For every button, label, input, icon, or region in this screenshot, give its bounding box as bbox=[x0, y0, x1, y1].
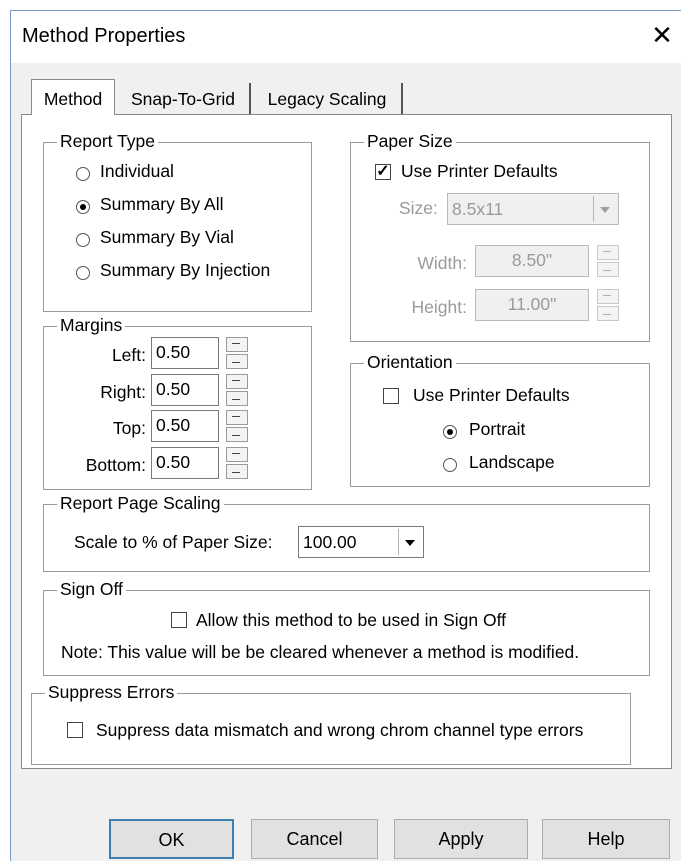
width-label: Width: bbox=[417, 253, 467, 273]
size-label: Size: bbox=[399, 198, 438, 218]
sign-off-group: Sign Off Allow this method to be used in… bbox=[43, 579, 650, 676]
orientation-use-printer-defaults-checkbox[interactable] bbox=[383, 388, 399, 404]
height-spinner[interactable] bbox=[597, 289, 619, 321]
margin-right-spinner[interactable] bbox=[226, 374, 248, 406]
report-page-scaling-legend: Report Page Scaling bbox=[57, 493, 224, 514]
report-type-group: Report Type Individual Summary By All Su… bbox=[43, 131, 312, 312]
suppress-errors-legend: Suppress Errors bbox=[45, 682, 178, 703]
height-field[interactable]: 11.00" bbox=[475, 289, 589, 321]
margin-top-field[interactable]: 0.50 bbox=[151, 410, 219, 442]
radio-individual[interactable] bbox=[76, 167, 90, 181]
size-select-value: 8.5x11 bbox=[452, 199, 504, 219]
sign-off-note: Note: This value will be be cleared when… bbox=[61, 642, 580, 662]
suppress-errors-group: Suppress Errors Suppress data mismatch a… bbox=[31, 682, 631, 765]
margin-left-field[interactable]: 0.50 bbox=[151, 337, 219, 369]
margins-legend: Margins bbox=[57, 315, 126, 336]
radio-summary-by-vial-label[interactable]: Summary By Vial bbox=[100, 227, 234, 248]
margin-left-spinner[interactable] bbox=[226, 337, 248, 369]
margin-bottom-field[interactable]: 0.50 bbox=[151, 447, 219, 479]
apply-button[interactable]: Apply bbox=[394, 819, 528, 859]
width-spinner[interactable] bbox=[597, 245, 619, 277]
height-label: Height: bbox=[411, 297, 467, 317]
paper-use-printer-defaults-label[interactable]: Use Printer Defaults bbox=[401, 161, 558, 182]
orientation-use-printer-defaults-label[interactable]: Use Printer Defaults bbox=[413, 385, 570, 406]
margin-left-label: Left: bbox=[111, 345, 146, 365]
close-icon[interactable]: ✕ bbox=[647, 20, 677, 50]
radio-landscape-label[interactable]: Landscape bbox=[469, 452, 555, 473]
margin-top-label: Top: bbox=[112, 418, 146, 438]
scale-select[interactable]: 100.00 bbox=[298, 526, 424, 558]
scale-select-value: 100.00 bbox=[303, 532, 357, 552]
paper-use-printer-defaults-checkbox[interactable]: ✓ bbox=[375, 164, 391, 180]
allow-sign-off-checkbox[interactable] bbox=[171, 612, 187, 628]
method-tab-pane: Report Type Individual Summary By All Su… bbox=[21, 114, 672, 769]
ok-button[interactable]: OK bbox=[109, 819, 234, 859]
cancel-button[interactable]: Cancel bbox=[251, 819, 378, 859]
scale-label: Scale to % of Paper Size: bbox=[74, 532, 273, 552]
radio-summary-by-all-label[interactable]: Summary By All bbox=[100, 194, 224, 215]
help-button[interactable]: Help bbox=[542, 819, 670, 859]
radio-summary-by-all[interactable] bbox=[76, 200, 90, 214]
tab-legacy-scaling[interactable]: Legacy Scaling bbox=[253, 83, 403, 115]
margin-bottom-spinner[interactable] bbox=[226, 447, 248, 479]
radio-summary-by-injection-label[interactable]: Summary By Injection bbox=[100, 260, 270, 281]
orientation-legend: Orientation bbox=[364, 352, 456, 373]
radio-portrait-label[interactable]: Portrait bbox=[469, 419, 525, 440]
radio-summary-by-vial[interactable] bbox=[76, 233, 90, 247]
margin-right-field[interactable]: 0.50 bbox=[151, 374, 219, 406]
margins-group: Margins Left: 0.50 Right: 0.50 Top: 0.50… bbox=[43, 315, 312, 490]
radio-individual-label[interactable]: Individual bbox=[100, 161, 174, 182]
margin-bottom-label: Bottom: bbox=[85, 455, 146, 475]
radio-landscape[interactable] bbox=[443, 458, 457, 472]
radio-portrait[interactable] bbox=[443, 425, 457, 439]
report-page-scaling-group: Report Page Scaling Scale to % of Paper … bbox=[43, 493, 650, 572]
suppress-errors-label[interactable]: Suppress data mismatch and wrong chrom c… bbox=[96, 720, 583, 741]
tab-method[interactable]: Method bbox=[31, 79, 115, 115]
sign-off-legend: Sign Off bbox=[57, 579, 126, 600]
chevron-down-icon bbox=[398, 529, 421, 555]
size-select[interactable]: 8.5x11 bbox=[447, 193, 619, 225]
chevron-down-icon bbox=[593, 196, 616, 222]
paper-size-group: Paper Size ✓ Use Printer Defaults Size: … bbox=[350, 131, 650, 342]
paper-size-legend: Paper Size bbox=[364, 131, 456, 152]
orientation-group: Orientation Use Printer Defaults Portrai… bbox=[350, 352, 650, 487]
radio-summary-by-injection[interactable] bbox=[76, 266, 90, 280]
dialog-title: Method Properties bbox=[22, 25, 186, 47]
allow-sign-off-label[interactable]: Allow this method to be used in Sign Off bbox=[196, 610, 506, 631]
method-properties-dialog: Method Properties ✕ Method Snap-To-Grid … bbox=[10, 10, 681, 861]
tab-snap-to-grid[interactable]: Snap-To-Grid bbox=[117, 83, 251, 115]
width-field[interactable]: 8.50" bbox=[475, 245, 589, 277]
margin-right-label: Right: bbox=[100, 382, 146, 402]
margin-top-spinner[interactable] bbox=[226, 410, 248, 442]
title-bar: Method Properties ✕ bbox=[11, 11, 681, 63]
report-type-legend: Report Type bbox=[57, 131, 159, 152]
suppress-errors-checkbox[interactable] bbox=[67, 722, 83, 738]
